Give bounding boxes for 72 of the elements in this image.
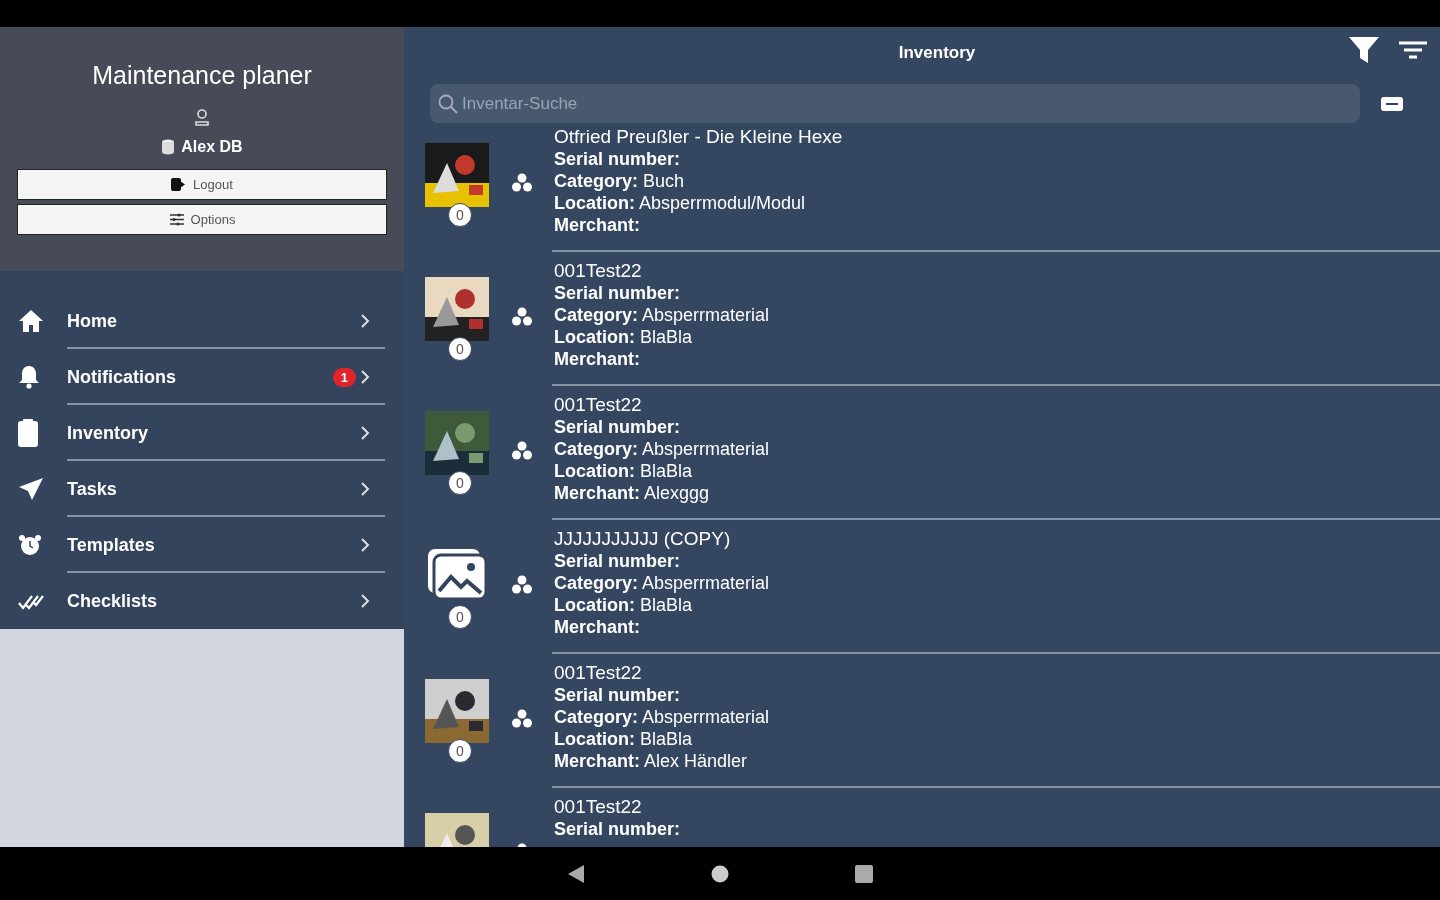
menu-item[interactable]: Notifications 1 bbox=[0, 349, 404, 405]
chevron-right-icon bbox=[360, 593, 370, 609]
item-title: 001Test22 bbox=[554, 796, 643, 818]
cubes-icon bbox=[511, 307, 533, 327]
cubes-icon bbox=[511, 709, 533, 729]
item-title: 001Test22 bbox=[554, 260, 643, 282]
count-badge: 0 bbox=[448, 203, 472, 227]
sliders-icon bbox=[168, 213, 185, 226]
count-badge: 0 bbox=[448, 739, 472, 763]
chevron-right-icon bbox=[360, 313, 370, 329]
item-title: 001Test22 bbox=[554, 394, 643, 416]
card-icon[interactable] bbox=[1380, 95, 1404, 112]
cubes-icon bbox=[511, 441, 533, 461]
item-field: Serial number: bbox=[554, 684, 770, 706]
paper-plane-icon bbox=[18, 477, 44, 501]
database-icon bbox=[161, 139, 176, 155]
item-field: Serial number: bbox=[554, 550, 770, 572]
count-badge: 0 bbox=[448, 605, 472, 629]
item-field: Category: Absperrmaterial bbox=[554, 706, 770, 728]
item-field: Merchant: bbox=[554, 616, 770, 638]
item-field: Merchant: Alexggg bbox=[554, 482, 770, 504]
recents-icon[interactable] bbox=[855, 864, 873, 883]
page-title: Inventory bbox=[898, 43, 976, 63]
sort-icon[interactable] bbox=[1398, 41, 1428, 61]
chevron-right-icon bbox=[360, 481, 370, 497]
item-field: Merchant: bbox=[554, 214, 843, 236]
item-field: Location: BlaBla bbox=[554, 594, 770, 616]
app-title: Maintenance planer bbox=[92, 61, 312, 90]
item-field: Merchant: Alex Händler bbox=[554, 750, 770, 772]
bell-icon bbox=[18, 365, 40, 389]
chevron-right-icon bbox=[360, 425, 370, 441]
count-badge: 0 bbox=[448, 471, 472, 495]
item-field: Serial number: bbox=[554, 818, 681, 840]
menu-item[interactable]: Templates bbox=[0, 517, 404, 573]
item-field: Location: BlaBla bbox=[554, 460, 770, 482]
item-field: Category: Absperrmaterial bbox=[554, 304, 770, 326]
cubes-icon bbox=[511, 173, 533, 193]
chevron-right-icon bbox=[360, 537, 370, 553]
count-badge: 0 bbox=[448, 337, 472, 361]
item-title: JJJJJJJJJJJ (COPY) bbox=[554, 528, 732, 550]
item-field: Location: BlaBla bbox=[554, 326, 770, 348]
clipboard-icon bbox=[18, 419, 38, 447]
home-circle-icon[interactable] bbox=[711, 864, 729, 883]
item-field: Location: Absperrmodul/Modul bbox=[554, 192, 843, 214]
search-icon bbox=[438, 94, 458, 114]
logout-icon bbox=[171, 178, 188, 191]
alarm-clock-icon bbox=[18, 534, 42, 556]
item-field: Category: Absperrmaterial bbox=[554, 572, 770, 594]
menu-item[interactable]: Tasks bbox=[0, 461, 404, 517]
item-title: Otfried Preußler - Die Kleine Hexe bbox=[554, 128, 843, 148]
menu-item[interactable]: Home bbox=[0, 293, 404, 349]
item-field: Category: Absperrmaterial bbox=[554, 438, 770, 460]
item-field: Category: Buch bbox=[554, 170, 843, 192]
menu-item[interactable]: Inventory bbox=[0, 405, 404, 461]
home-icon bbox=[18, 309, 44, 333]
item-title: 001Test22 bbox=[554, 662, 643, 684]
search-field[interactable]: Inventar-Suche bbox=[430, 84, 1360, 123]
item-field: Merchant: bbox=[554, 348, 770, 370]
item-field: Serial number: bbox=[554, 282, 770, 304]
item-field: Serial number: bbox=[554, 416, 770, 438]
item-field: Serial number: bbox=[554, 148, 843, 170]
user-name: Alex DB bbox=[181, 138, 243, 156]
user-icon bbox=[194, 108, 210, 126]
options-button[interactable]: Options bbox=[17, 204, 387, 235]
cubes-icon bbox=[511, 575, 533, 595]
back-icon[interactable] bbox=[567, 863, 585, 884]
item-field: Location: BlaBla bbox=[554, 728, 770, 750]
notification-badge: 1 bbox=[332, 367, 356, 387]
chevron-right-icon bbox=[360, 369, 370, 385]
logout-button[interactable]: Logout bbox=[17, 169, 387, 200]
filter-icon[interactable] bbox=[1348, 36, 1380, 64]
menu-item[interactable]: Checklists bbox=[0, 573, 404, 629]
